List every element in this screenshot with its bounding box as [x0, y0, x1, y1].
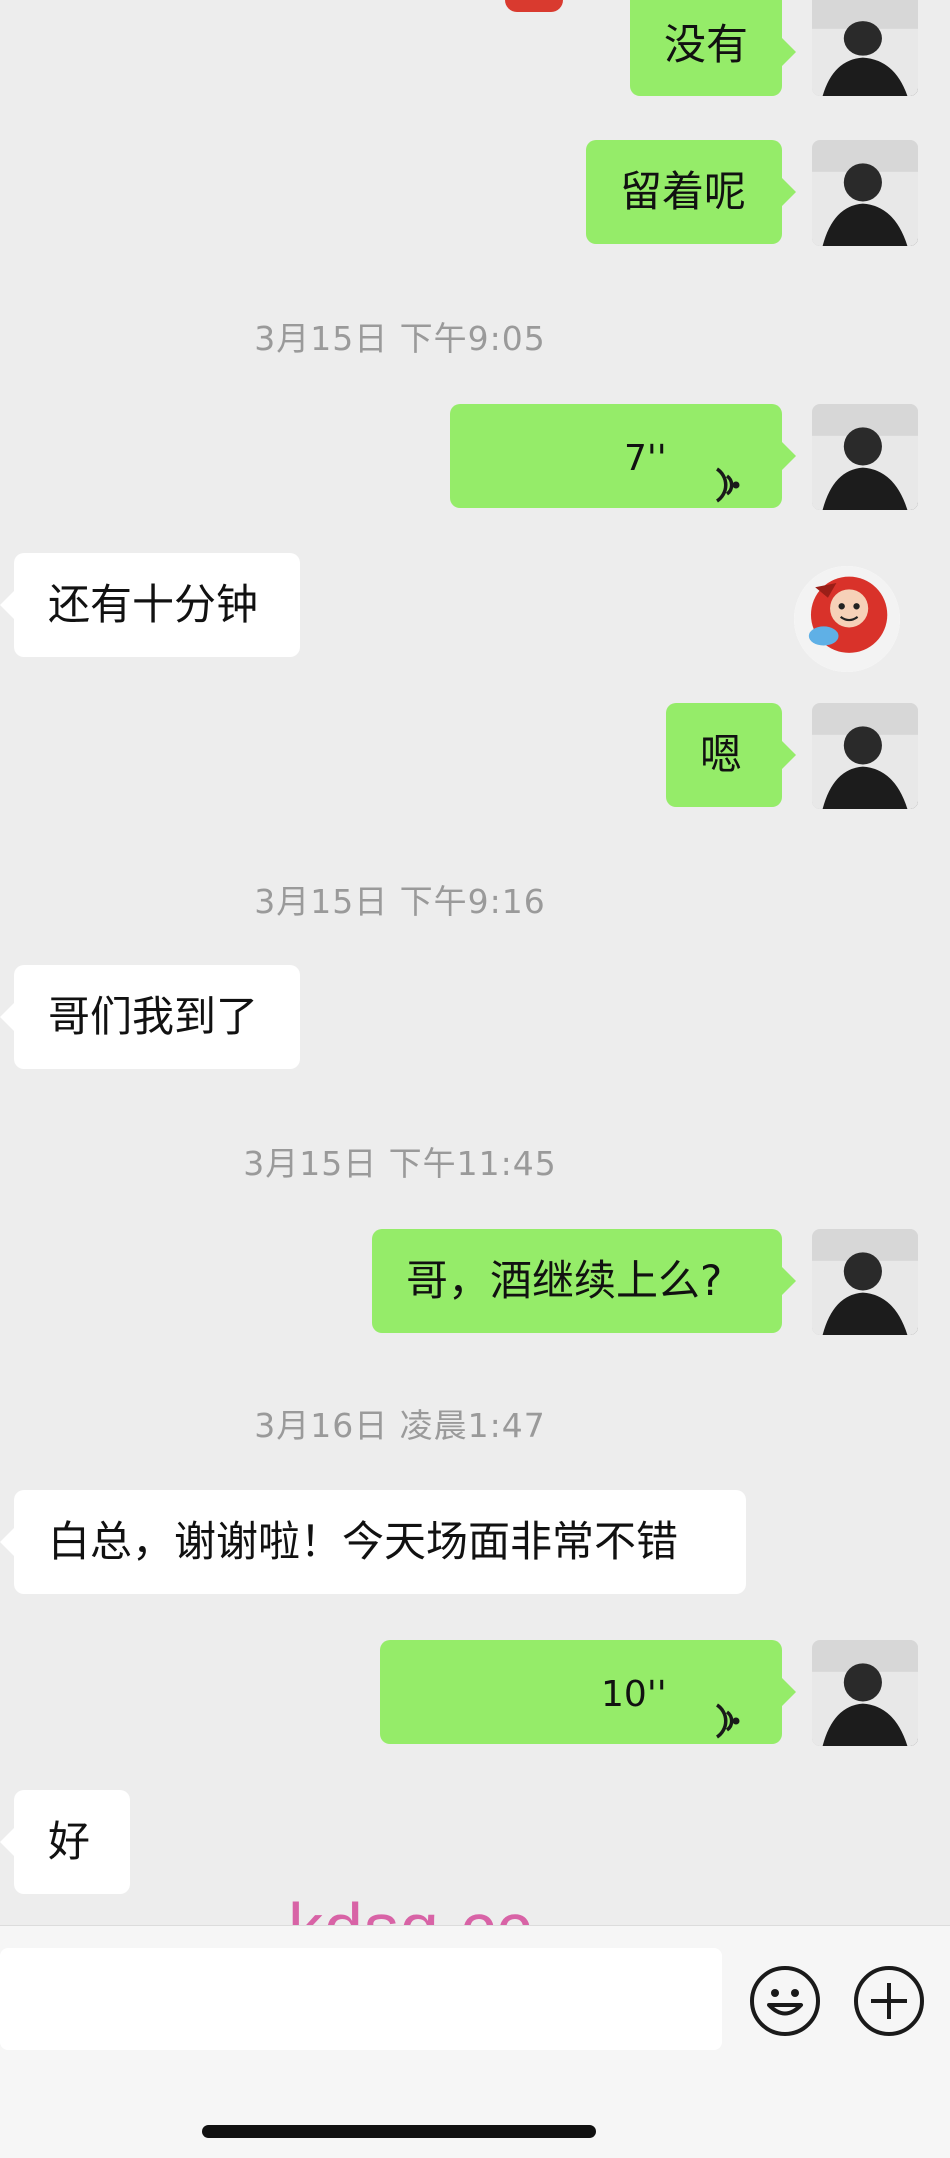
voice-wave-icon — [710, 439, 742, 502]
message-text: 好 — [48, 1817, 91, 1866]
my-avatar[interactable] — [812, 0, 918, 96]
message-bubble-sent[interactable]: 留着呢 — [586, 140, 796, 244]
my-avatar[interactable] — [812, 703, 918, 809]
my-avatar[interactable] — [812, 1229, 918, 1335]
message-bubble-sent[interactable]: 嗯 — [666, 703, 796, 807]
message-bubble-sent[interactable]: 哥，酒继续上么? — [372, 1229, 796, 1333]
timestamp: 3月15日 下午11:45 — [243, 1144, 557, 1183]
voice-message[interactable]: 10'' — [380, 1640, 796, 1744]
voice-duration: 10'' — [601, 1673, 667, 1715]
home-indicator[interactable] — [202, 2125, 596, 2138]
message-text: 哥，酒继续上么? — [406, 1256, 723, 1305]
message-input[interactable] — [0, 1948, 722, 2050]
sticker-fragment — [505, 0, 563, 12]
message-text: 留着呢 — [620, 167, 747, 216]
my-avatar[interactable] — [812, 1640, 918, 1746]
input-bar — [0, 1925, 950, 2158]
my-avatar[interactable] — [812, 404, 918, 510]
timestamp: 3月15日 下午9:05 — [254, 319, 546, 358]
message-text: 嗯 — [700, 730, 743, 779]
my-avatar[interactable] — [812, 140, 918, 246]
message-bubble-received[interactable]: 还有十分钟 — [0, 553, 300, 657]
timestamp: 3月16日 凌晨1:47 — [254, 1406, 546, 1445]
message-text: 还有十分钟 — [48, 580, 259, 629]
voice-message[interactable]: 7'' — [450, 404, 796, 508]
message-bubble-received[interactable]: 哥们我到了 — [0, 965, 300, 1069]
message-text: 白总，谢谢啦！今天场面非常不错 — [48, 1517, 679, 1566]
timestamp: 3月15日 下午9:16 — [254, 882, 546, 921]
contact-sticker-avatar[interactable] — [794, 566, 900, 672]
voice-wave-icon — [710, 1675, 742, 1738]
message-text: 哥们我到了 — [48, 992, 259, 1041]
chat-area[interactable]: 没有 留着呢 3月15日 下午9:05 7'' 还有十分钟 嗯 3月15日 下午… — [0, 0, 950, 1925]
voice-duration: 7'' — [623, 437, 667, 479]
plus-circle-icon[interactable] — [854, 1966, 924, 2036]
message-bubble-sent[interactable]: 没有 — [630, 0, 796, 96]
message-bubble-received[interactable]: 白总，谢谢啦！今天场面非常不错 — [0, 1490, 746, 1594]
smiley-icon[interactable] — [750, 1966, 820, 2036]
message-bubble-received[interactable]: 好 — [0, 1790, 130, 1894]
message-text: 没有 — [664, 20, 749, 69]
